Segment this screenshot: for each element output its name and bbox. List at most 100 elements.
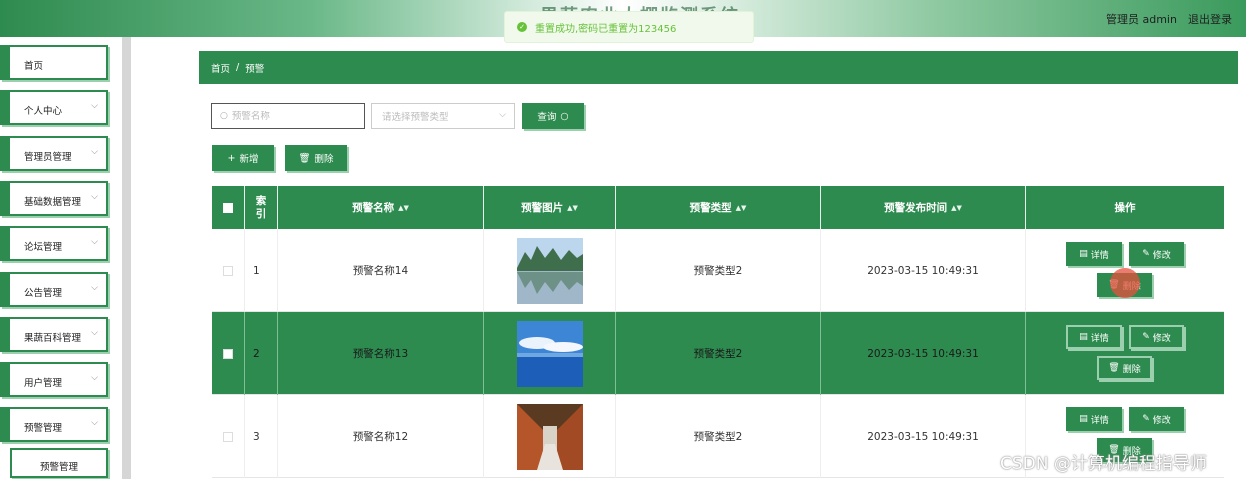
row-type: 预警类型2 — [616, 395, 821, 478]
add-label: 新增 — [239, 154, 259, 165]
trash-icon: 🗑 — [298, 152, 311, 164]
detail-label: 详情 — [1090, 250, 1109, 261]
warning-image[interactable] — [516, 320, 583, 387]
row-checkbox[interactable] — [223, 431, 233, 442]
header-image-label: 预警图片 — [521, 202, 564, 214]
detail-button[interactable]: ▤ 详情 — [1066, 242, 1122, 266]
row-ops — [1026, 312, 1224, 395]
header-type[interactable]: 预警类型 ▲▼ — [616, 186, 821, 229]
row-checkbox[interactable] — [223, 348, 233, 359]
document-icon: ▤ — [1079, 332, 1088, 342]
sidebar-item-label: 用户管理 — [24, 378, 63, 389]
search-icon: ○ — [560, 110, 569, 122]
sidebar-item-users[interactable]: 用户管理 ⌵ — [0, 362, 108, 397]
warning-type-select[interactable]: 请选择预警类型 ⌵ — [371, 103, 515, 129]
warning-name-input[interactable] — [231, 110, 352, 122]
edit-icon: ✎ — [1142, 332, 1150, 342]
header-name-label: 预警名称 — [352, 202, 395, 214]
batch-delete-button[interactable]: 🗑 删除 — [285, 145, 347, 171]
sort-icon[interactable]: ▲▼ — [736, 204, 747, 212]
edit-label: 修改 — [1152, 333, 1171, 344]
detail-label: 详情 — [1090, 415, 1109, 426]
sidebar-item-label: 基础数据管理 — [24, 197, 82, 208]
breadcrumb-separator: / — [236, 62, 240, 73]
table-header: 索引 预警名称 ▲▼ 预警图片 ▲▼ 预警类型 ▲▼ 预警发布时间 ▲▼ 操作 — [212, 186, 1224, 229]
sidebar-item-label: 个人中心 — [24, 106, 63, 117]
sort-icon[interactable]: ▲▼ — [951, 204, 962, 212]
sidebar-item-profile[interactable]: 个人中心 ⌵ — [0, 90, 108, 125]
sidebar-item-base-data[interactable]: 基础数据管理 ⌵ — [0, 181, 108, 216]
breadcrumb: 首页 / 预警 — [199, 51, 1238, 84]
edit-button[interactable]: ✎ 修改 — [1129, 407, 1184, 431]
sidebar-item-label: 预警管理 — [24, 423, 63, 434]
header-ops: 操作 — [1026, 186, 1224, 229]
success-toast: ✓ 重置成功,密码已重置为123456 — [504, 11, 754, 43]
row-index: 2 — [245, 312, 278, 395]
warning-name-search[interactable]: ○ — [211, 103, 365, 129]
sidebar-item-forum[interactable]: 论坛管理 ⌵ — [0, 226, 108, 261]
sidebar-item-home[interactable]: 首页 — [0, 45, 108, 80]
edit-label: 修改 — [1152, 250, 1171, 261]
delete-button[interactable]: 🗑删除 — [1097, 356, 1152, 380]
sidebar-item-label: 公告管理 — [24, 288, 63, 299]
delete-label: 删除 — [314, 154, 334, 165]
sidebar-item-label: 首页 — [24, 61, 44, 72]
warning-image[interactable] — [516, 403, 583, 470]
chevron-down-icon: ⌵ — [91, 283, 98, 293]
click-indicator — [1110, 268, 1140, 298]
sidebar-item-warning[interactable]: 预警管理 ⌵ — [0, 407, 108, 442]
row-checkbox[interactable] — [223, 265, 233, 276]
row-select-cell — [212, 229, 245, 312]
success-check-icon: ✓ — [517, 22, 527, 32]
sidebar-item-label: 果蔬百科管理 — [24, 333, 82, 344]
row-index: 3 — [245, 395, 278, 478]
toast-message: 重置成功,密码已重置为123456 — [535, 23, 677, 35]
header-type-label: 预警类型 — [689, 202, 732, 214]
row-time: 2023-03-15 10:49:31 — [821, 395, 1026, 478]
sidebar-subitem-label: 预警管理 — [40, 462, 79, 473]
sort-icon[interactable]: ▲▼ — [398, 204, 409, 212]
delete-label: 删除 — [1122, 364, 1141, 375]
query-label: 查询 — [537, 112, 557, 123]
row-name: 预警名称13 — [278, 312, 484, 395]
watermark: CSDN @计算机编程指导师 — [1000, 454, 1207, 474]
sidebar-scrollbar[interactable] — [122, 37, 131, 479]
add-button[interactable]: + 新增 — [212, 145, 274, 171]
header-ops-label: 操作 — [1114, 202, 1136, 214]
header-index-label: 索引 — [255, 194, 267, 220]
row-image-cell — [484, 395, 616, 478]
sidebar-item-notice[interactable]: 公告管理 ⌵ — [0, 272, 108, 307]
sidebar-item-label: 论坛管理 — [24, 242, 63, 253]
select-all-checkbox[interactable] — [223, 202, 233, 213]
chevron-down-icon: ⌵ — [91, 418, 98, 428]
chevron-down-icon: ⌵ — [91, 192, 98, 202]
edit-icon: ✎ — [1142, 249, 1150, 259]
header-name[interactable]: 预警名称 ▲▼ — [278, 186, 484, 229]
chevron-down-icon: ⌵ — [91, 101, 98, 111]
breadcrumb-home[interactable]: 首页 — [211, 61, 230, 75]
row-time: 2023-03-15 10:49:31 — [821, 312, 1026, 395]
row-index: 1 — [245, 229, 278, 312]
edit-button[interactable]: ✎ 修改 — [1129, 242, 1184, 266]
row-image-cell — [484, 229, 616, 312]
sidebar-item-encyclopedia[interactable]: 果蔬百科管理 ⌵ — [0, 317, 108, 352]
document-icon: ▤ — [1079, 249, 1088, 259]
detail-button[interactable]: ▤ 详情 — [1066, 407, 1122, 431]
document-icon: ▤ — [1079, 414, 1088, 424]
logout-link[interactable]: 退出登录 — [1188, 11, 1232, 27]
edit-button[interactable]: ✎ 修改 — [1129, 325, 1184, 349]
header-image[interactable]: 预警图片 ▲▼ — [484, 186, 616, 229]
sort-icon[interactable]: ▲▼ — [567, 204, 578, 212]
trash-icon: 🗑 — [1108, 363, 1120, 373]
edit-icon: ✎ — [1142, 414, 1150, 424]
sidebar: 首页 个人中心 ⌵ 管理员管理 ⌵ 基础数据管理 ⌵ 论坛管理 ⌵ 公告管理 ⌵… — [0, 37, 131, 479]
query-button[interactable]: 查询 ○ — [522, 103, 584, 129]
warning-image[interactable] — [516, 237, 583, 304]
sidebar-subitem-warning-manage[interactable]: 预警管理 — [10, 448, 108, 478]
plus-icon: + — [227, 152, 236, 164]
detail-label: 详情 — [1090, 333, 1109, 344]
detail-button[interactable]: ▤ 详情 — [1066, 325, 1122, 349]
row-name: 预警名称12 — [278, 395, 484, 478]
header-time[interactable]: 预警发布时间 ▲▼ — [821, 186, 1026, 229]
sidebar-item-admin[interactable]: 管理员管理 ⌵ — [0, 136, 108, 171]
